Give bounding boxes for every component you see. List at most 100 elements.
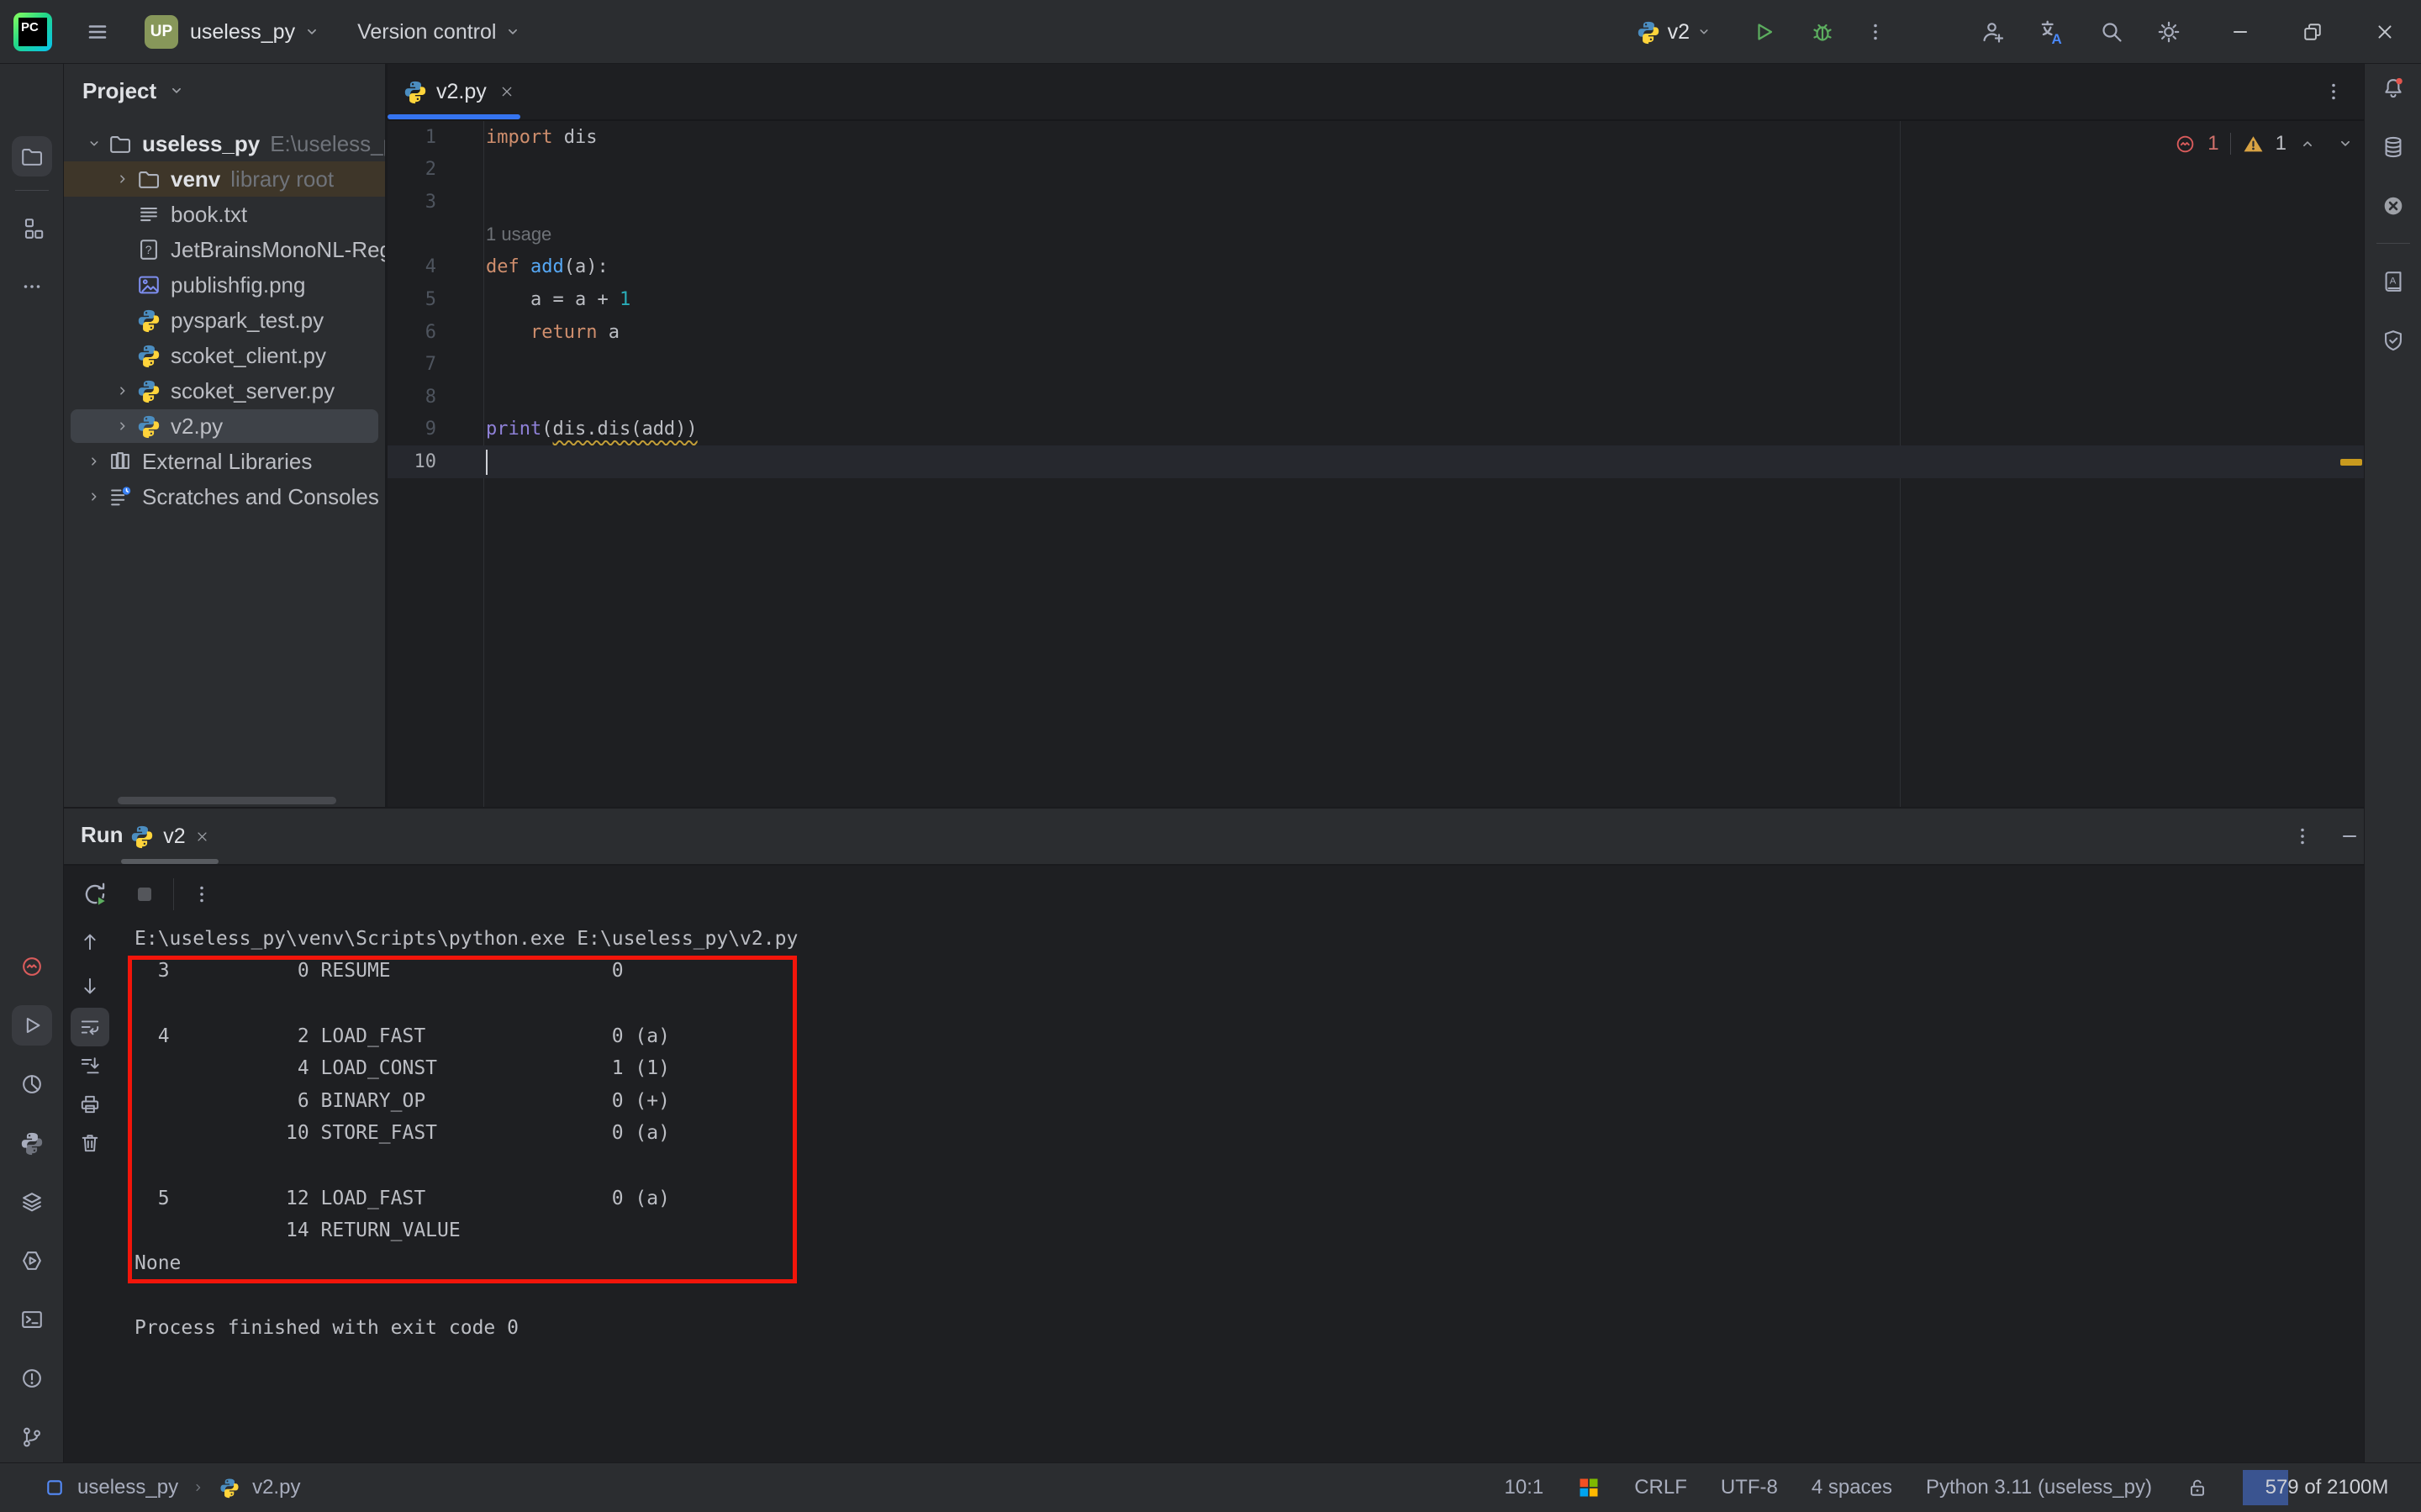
translate-icon[interactable]: A	[2038, 18, 2066, 46]
scroll-to-end[interactable]	[71, 1046, 109, 1085]
tree-scoket-server[interactable]: scoket_server.py	[64, 373, 385, 408]
caret-position[interactable]: 10:1	[1505, 1476, 1544, 1499]
tool-profiler[interactable]	[12, 1064, 52, 1104]
tool-coverage[interactable]	[2373, 320, 2413, 361]
print-output[interactable]	[71, 1085, 109, 1124]
code-editor[interactable]: 1 import dis 2 3 1 usage 4 def add(a): 5 a = a …	[388, 121, 2364, 807]
gutter-number[interactable]: 8	[388, 387, 436, 408]
rerun-button[interactable]	[81, 880, 109, 909]
tool-database[interactable]	[2373, 127, 2413, 167]
code-line[interactable]: 7	[388, 348, 2364, 381]
tool-terminal[interactable]	[12, 1299, 52, 1340]
code-line[interactable]: 1 usage	[388, 219, 2364, 251]
gutter-number[interactable]: 10	[388, 451, 437, 472]
gutter-number[interactable]: 4	[388, 256, 436, 277]
tool-project[interactable]	[11, 136, 52, 176]
code-line[interactable]: 1 import dis	[388, 121, 2364, 154]
gutter-number[interactable]: 6	[388, 322, 436, 343]
debug-button[interactable]	[1809, 18, 1836, 45]
soft-wrap[interactable]	[71, 1008, 109, 1046]
usages-inlay-hint[interactable]: 1 usage	[436, 224, 551, 245]
clear-output[interactable]	[71, 1124, 109, 1162]
prev-occurrence[interactable]	[71, 922, 109, 961]
memory-indicator[interactable]: 579 of 2100M	[2243, 1470, 2411, 1505]
minimize-button[interactable]	[2204, 0, 2276, 64]
gutter-number[interactable]: 1	[388, 127, 436, 148]
run-options-icon[interactable]	[2290, 824, 2315, 849]
chevron-right-icon[interactable]	[110, 170, 135, 188]
prev-problem-icon[interactable]	[2297, 134, 2318, 154]
code-line[interactable]: 3	[388, 186, 2364, 219]
horizontal-scrollbar-thumb[interactable]	[118, 797, 336, 804]
run-button[interactable]	[1750, 18, 1777, 45]
tree-useless_py[interactable]: useless_py E:\useless_py	[64, 126, 385, 161]
code-with-me-icon[interactable]	[1981, 18, 2007, 45]
chevron-right-icon[interactable]	[82, 452, 107, 471]
tool-documentation[interactable]: A	[2373, 261, 2413, 302]
indent-style[interactable]: 4 spaces	[1812, 1476, 1892, 1499]
os-indicator[interactable]	[1577, 1476, 1601, 1499]
project-name-widget[interactable]: useless_py	[190, 20, 295, 45]
chevron-down-icon[interactable]	[82, 134, 107, 153]
breadcrumb-file[interactable]: v2.py	[252, 1476, 300, 1499]
tree-scratches[interactable]: Scratches and Consoles	[64, 479, 385, 514]
more-actions-icon[interactable]	[1863, 19, 1888, 45]
tool-problems[interactable]	[12, 1358, 52, 1399]
gutter-number[interactable]: 9	[388, 419, 436, 440]
code-line[interactable]: 10	[388, 445, 2364, 478]
next-problem-icon[interactable]	[2335, 134, 2355, 154]
close-tab-icon[interactable]	[498, 83, 515, 100]
code-line[interactable]: 5 a = a + 1	[388, 283, 2364, 316]
code-line[interactable]: 4 def add(a):	[388, 251, 2364, 284]
tool-sciview[interactable]	[2373, 186, 2413, 226]
more-tool-windows[interactable]	[12, 266, 52, 307]
file-encoding[interactable]: UTF-8	[1721, 1476, 1778, 1499]
hide-tool-window-icon[interactable]	[2337, 824, 2362, 849]
code-line[interactable]: 8	[388, 381, 2364, 414]
tree-jetbrains-font[interactable]: ? JetBrainsMonoNL-Regula	[64, 232, 385, 267]
breadcrumb-project[interactable]: useless_py	[77, 1476, 178, 1499]
tree-pyspark-test[interactable]: pyspark_test.py	[64, 303, 385, 338]
close-tab-icon[interactable]	[194, 829, 210, 845]
code-line[interactable]: 6 return a	[388, 316, 2364, 349]
tree-scoket-client[interactable]: scoket_client.py	[64, 338, 385, 373]
settings-icon[interactable]	[2155, 18, 2182, 45]
code-line[interactable]: 2	[388, 154, 2364, 187]
gutter-number[interactable]: 3	[388, 192, 436, 213]
gutter-number[interactable]: 7	[388, 354, 436, 375]
line-separator[interactable]: CRLF	[1634, 1476, 1687, 1499]
next-occurrence[interactable]	[71, 967, 109, 1006]
run-config-selector[interactable]: v2	[1668, 20, 1690, 45]
tool-structure[interactable]	[12, 208, 52, 249]
tab-options-icon[interactable]	[2321, 79, 2346, 104]
tool-services[interactable]	[12, 1182, 52, 1222]
run-panel-title[interactable]: Run	[81, 822, 124, 848]
scrollbar-warning-mark[interactable]	[2340, 459, 2362, 466]
tool-python-console[interactable]	[12, 1123, 52, 1163]
tool-errors[interactable]	[12, 946, 52, 987]
tool-version-control[interactable]	[12, 1417, 52, 1457]
read-write-status[interactable]	[2186, 1476, 2209, 1499]
chevron-right-icon[interactable]	[110, 417, 135, 435]
more-icon[interactable]	[189, 882, 214, 907]
stop-button[interactable]	[131, 881, 158, 908]
tree-external-libraries[interactable]: External Libraries	[64, 444, 385, 479]
vcs-widget[interactable]: Version control	[357, 20, 496, 45]
code-line[interactable]: 9 print(dis.dis(add))	[388, 414, 2364, 446]
inspections-widget[interactable]: 1 1	[2174, 128, 2355, 160]
tool-run[interactable]	[11, 1005, 52, 1046]
chevron-right-icon[interactable]	[110, 382, 135, 400]
tab-v2-py[interactable]: v2.py	[388, 64, 530, 119]
notifications[interactable]	[2373, 68, 2413, 108]
tree-venv[interactable]: venv library root	[64, 161, 385, 197]
tree-book-txt[interactable]: book.txt	[64, 197, 385, 232]
run-tab-v2[interactable]: v2	[121, 809, 219, 864]
python-interpreter[interactable]: Python 3.11 (useless_py)	[1926, 1476, 2152, 1499]
gutter-number[interactable]: 5	[388, 289, 436, 310]
restore-button[interactable]	[2276, 0, 2349, 64]
chevron-right-icon[interactable]	[82, 487, 107, 506]
gutter-number[interactable]: 2	[388, 159, 436, 180]
tree-v2-py[interactable]: v2.py	[64, 408, 385, 444]
project-panel-title[interactable]: Project	[82, 78, 156, 104]
search-everywhere-icon[interactable]	[2098, 18, 2125, 45]
